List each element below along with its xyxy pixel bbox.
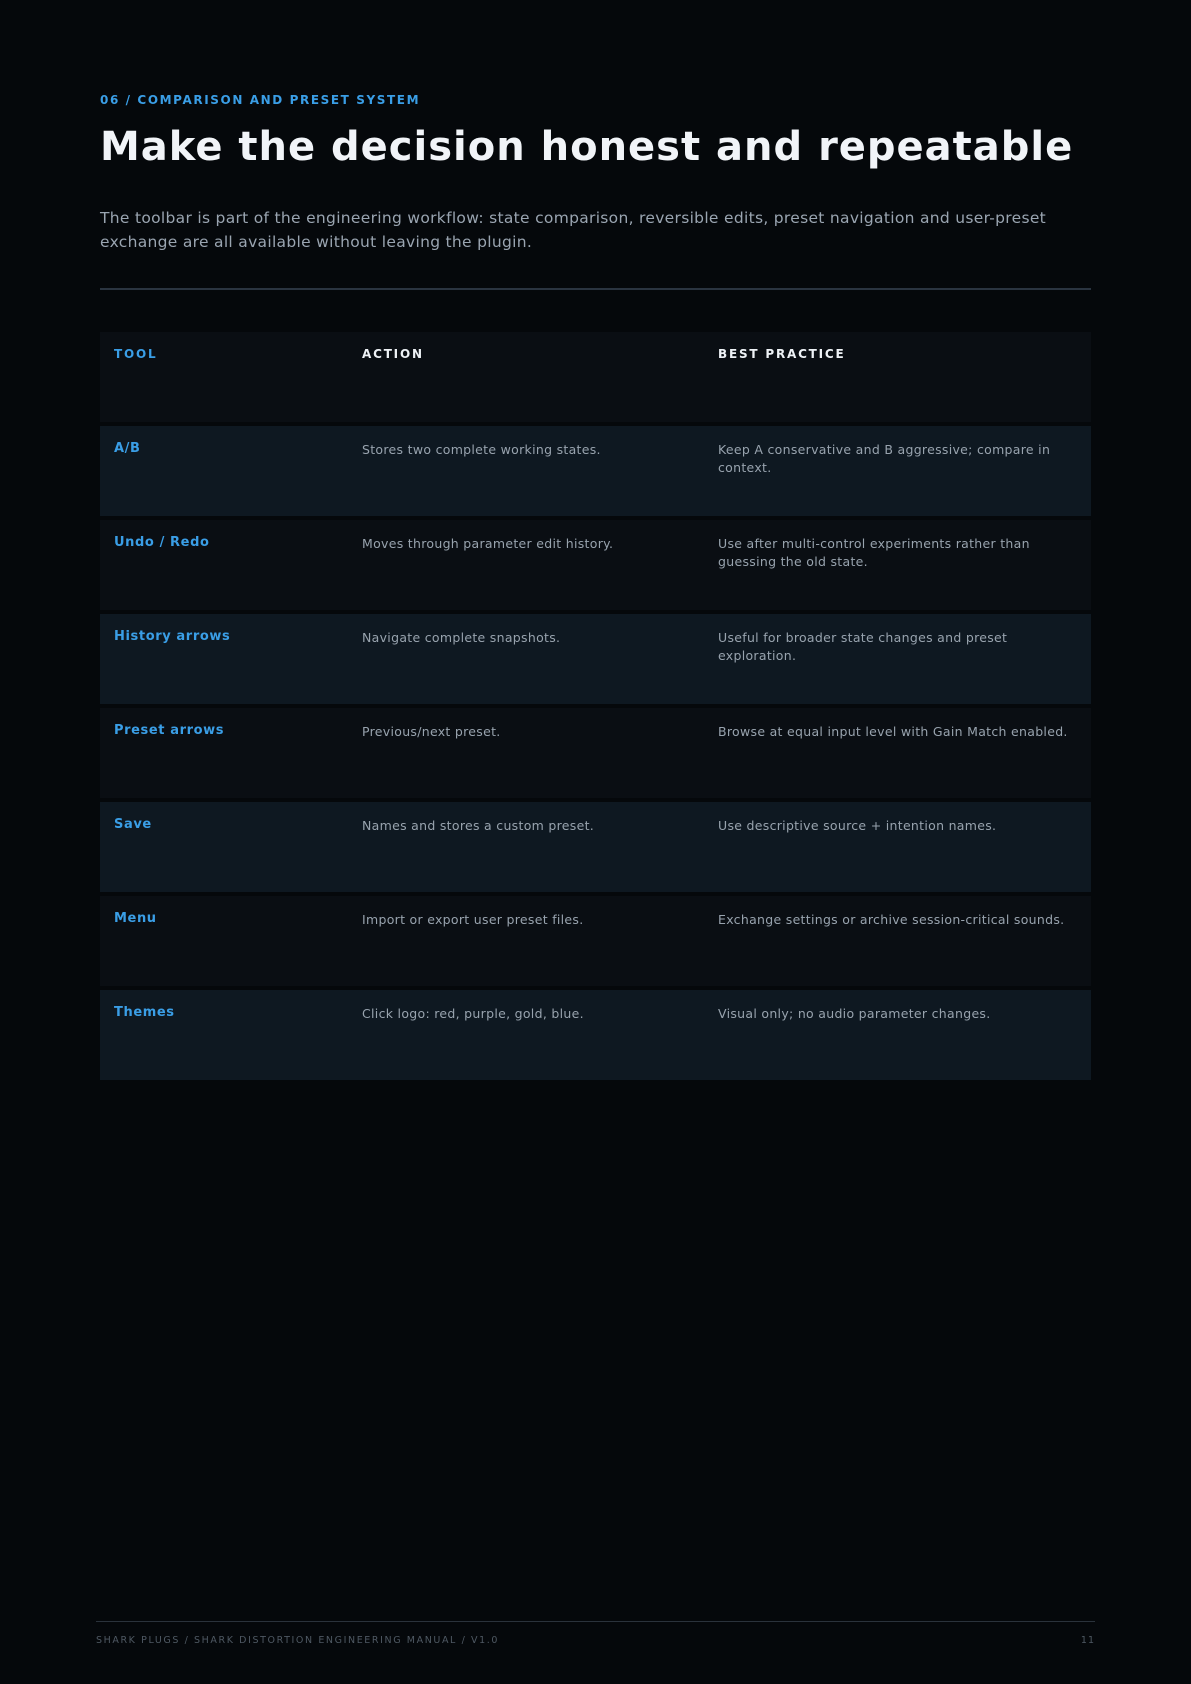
page-number: 11 <box>1080 1635 1095 1646</box>
column-header-action: ACTION <box>362 347 424 361</box>
tool-action: Previous/next preset. <box>362 724 501 739</box>
section-divider <box>100 288 1091 290</box>
tool-best-practice: Visual only; no audio parameter changes. <box>718 1006 991 1021</box>
tool-best-practice: Useful for broader state changes and pre… <box>718 630 1008 663</box>
section-eyebrow: 06 / COMPARISON AND PRESET SYSTEM <box>100 93 421 107</box>
column-header-best-practice: BEST PRACTICE <box>718 347 846 361</box>
page-title: Make the decision honest and repeatable <box>100 124 1074 170</box>
tool-action: Names and stores a custom preset. <box>362 818 595 833</box>
tool-name: A/B <box>114 441 141 456</box>
tool-best-practice: Exchange settings or archive session-cri… <box>718 912 1065 927</box>
table-row: Menu Import or export user preset files.… <box>100 896 1091 986</box>
tool-best-practice: Use descriptive source + intention names… <box>718 818 997 833</box>
tool-name: Menu <box>114 911 157 926</box>
table-row: Undo / Redo Moves through parameter edit… <box>100 520 1091 610</box>
tool-name: Undo / Redo <box>114 535 210 550</box>
table-row: A/B Stores two complete working states. … <box>100 426 1091 516</box>
toolbar-table: TOOL ACTION BEST PRACTICE A/B Stores two… <box>100 332 1091 1084</box>
tool-action: Stores two complete working states. <box>362 442 601 457</box>
tool-action: Click logo: red, purple, gold, blue. <box>362 1006 584 1021</box>
tool-best-practice: Browse at equal input level with Gain Ma… <box>718 724 1068 739</box>
intro-paragraph: The toolbar is part of the engineering w… <box>100 209 1047 251</box>
table-header-row: TOOL ACTION BEST PRACTICE <box>100 332 1091 422</box>
table-row: Save Names and stores a custom preset. U… <box>100 802 1091 892</box>
tool-name: History arrows <box>114 629 231 644</box>
tool-name: Preset arrows <box>114 723 225 738</box>
footer-breadcrumb: SHARK PLUGS / SHARK DISTORTION ENGINEERI… <box>96 1635 499 1646</box>
tool-action: Import or export user preset files. <box>362 912 584 927</box>
tool-best-practice: Use after multi-control experiments rath… <box>718 536 1030 569</box>
column-header-tool: TOOL <box>114 347 158 361</box>
footer-divider <box>96 1621 1095 1622</box>
tool-name: Themes <box>114 1005 175 1020</box>
table-row: History arrows Navigate complete snapsho… <box>100 614 1091 704</box>
tool-action: Moves through parameter edit history. <box>362 536 614 551</box>
tool-name: Save <box>114 817 152 832</box>
table-row: Themes Click logo: red, purple, gold, bl… <box>100 990 1091 1080</box>
tool-best-practice: Keep A conservative and B aggressive; co… <box>718 442 1051 475</box>
tool-action: Navigate complete snapshots. <box>362 630 561 645</box>
table-row: Preset arrows Previous/next preset. Brow… <box>100 708 1091 798</box>
